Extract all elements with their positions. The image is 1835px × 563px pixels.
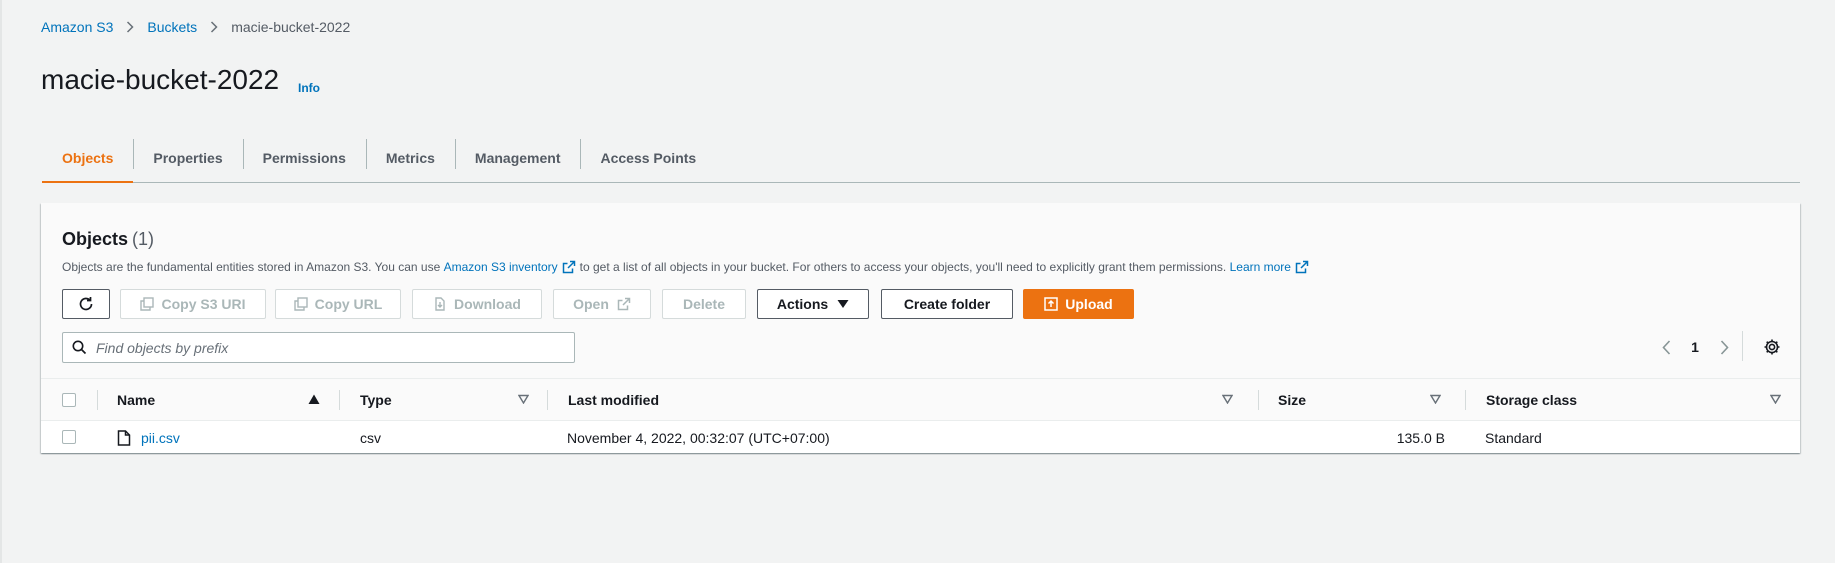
upload-label: Upload <box>1065 296 1113 312</box>
actions-dropdown[interactable]: Actions <box>757 289 869 319</box>
external-link-icon <box>1295 260 1309 274</box>
info-link[interactable]: Info <box>298 81 320 95</box>
refresh-icon <box>79 297 93 311</box>
object-storage-class: Standard <box>1485 429 1542 446</box>
tab-access-points[interactable]: Access Points <box>580 133 716 182</box>
chevron-right-icon <box>197 21 231 33</box>
breadcrumb: Amazon S3 Buckets macie-bucket-2022 <box>41 19 350 35</box>
create-folder-label: Create folder <box>903 296 991 312</box>
object-name-link[interactable]: pii.csv <box>117 422 180 453</box>
search-input[interactable] <box>96 339 556 356</box>
chevron-right-icon <box>113 21 147 33</box>
breadcrumb-amazon-s3[interactable]: Amazon S3 <box>41 19 113 35</box>
column-header-last-modified[interactable]: Last modified <box>568 379 659 421</box>
breadcrumb-buckets[interactable]: Buckets <box>147 19 197 35</box>
upload-icon <box>1044 297 1059 311</box>
breadcrumb-current: macie-bucket-2022 <box>231 19 351 35</box>
column-divider <box>1258 390 1259 410</box>
sort-icon[interactable] <box>1222 394 1233 404</box>
tab-management[interactable]: Management <box>454 133 581 182</box>
tab-metrics[interactable]: Metrics <box>365 133 455 182</box>
column-header-name[interactable]: Name <box>117 379 155 421</box>
column-header-storage-class[interactable]: Storage class <box>1486 379 1577 421</box>
chevron-right-icon <box>1720 339 1729 355</box>
learn-more-link[interactable]: Learn more <box>1230 260 1313 274</box>
pagination-divider <box>1742 331 1743 361</box>
open-label: Open <box>573 296 609 312</box>
search-icon <box>72 340 87 355</box>
select-all-checkbox[interactable] <box>62 393 76 407</box>
copy-url-button[interactable]: Copy URL <box>275 289 401 319</box>
copy-icon <box>293 297 308 311</box>
open-button[interactable]: Open <box>553 289 651 319</box>
delete-button[interactable]: Delete <box>662 289 746 319</box>
column-divider <box>1465 390 1466 410</box>
external-link-icon <box>617 297 631 311</box>
description-text-2: to get a list of all objects in your buc… <box>579 260 1227 274</box>
objects-count: (1) <box>132 229 155 249</box>
copy-url-label: Copy URL <box>314 296 383 312</box>
sort-ascending-icon[interactable] <box>308 394 320 405</box>
s3-inventory-link-label: Amazon S3 inventory <box>443 260 558 274</box>
upload-button[interactable]: Upload <box>1023 289 1134 319</box>
search-box <box>62 332 575 363</box>
sort-icon[interactable] <box>1770 394 1781 404</box>
column-header-size[interactable]: Size <box>1278 379 1306 421</box>
objects-heading: Objects (1) <box>62 229 154 250</box>
row-checkbox[interactable] <box>62 430 76 444</box>
object-size: 135.0 B <box>1396 429 1445 446</box>
tab-bar: Objects Properties Permissions Metrics M… <box>42 133 1800 183</box>
create-folder-button[interactable]: Create folder <box>881 289 1013 319</box>
column-header-type[interactable]: Type <box>360 379 392 421</box>
chevron-left-icon <box>1661 339 1670 355</box>
caret-down-icon <box>837 300 849 308</box>
objects-description: Objects are the fundamental entities sto… <box>62 260 1313 274</box>
objects-panel: Objects (1) Objects are the fundamental e… <box>41 203 1800 453</box>
object-last-modified: November 4, 2022, 00:32:07 (UTC+07:00) <box>567 429 830 446</box>
refresh-button[interactable] <box>62 289 110 319</box>
download-button[interactable]: Download <box>412 289 542 319</box>
s3-inventory-link[interactable]: Amazon S3 inventory <box>444 260 580 274</box>
page-title: macie-bucket-2022 <box>41 64 280 95</box>
previous-page-button[interactable] <box>1652 333 1680 361</box>
object-type: csv <box>360 429 381 446</box>
table-header: Name Type Last modified Size Storage cla… <box>41 379 1800 421</box>
tab-permissions[interactable]: Permissions <box>242 133 366 182</box>
delete-label: Delete <box>682 296 726 312</box>
preferences-button[interactable] <box>1759 334 1785 360</box>
copy-s3-uri-button[interactable]: Copy S3 URI <box>120 289 266 319</box>
copy-s3-uri-label: Copy S3 URI <box>161 296 246 312</box>
column-divider <box>547 390 548 410</box>
gear-icon <box>1764 339 1780 355</box>
next-page-button[interactable] <box>1710 333 1738 361</box>
file-icon <box>117 429 131 446</box>
sort-icon[interactable] <box>1430 394 1441 404</box>
sort-icon[interactable] <box>518 394 529 404</box>
left-edge-divider <box>0 0 2 563</box>
pagination: 1 <box>1652 333 1738 361</box>
download-label: Download <box>454 296 521 312</box>
tab-objects[interactable]: Objects <box>42 133 134 183</box>
page-number[interactable]: 1 <box>1680 339 1710 355</box>
download-icon <box>435 297 445 311</box>
tab-properties[interactable]: Properties <box>133 133 242 182</box>
copy-icon <box>140 297 155 311</box>
description-text-1: Objects are the fundamental entities sto… <box>62 260 441 274</box>
objects-heading-label: Objects <box>62 229 129 249</box>
column-divider <box>97 390 98 410</box>
column-divider <box>339 390 340 410</box>
actions-label: Actions <box>776 296 829 312</box>
table-row: pii.csv csv November 4, 2022, 00:32:07 (… <box>41 422 1800 453</box>
object-name: pii.csv <box>141 429 180 446</box>
external-link-icon <box>562 260 575 274</box>
learn-more-link-label: Learn more <box>1229 260 1291 274</box>
